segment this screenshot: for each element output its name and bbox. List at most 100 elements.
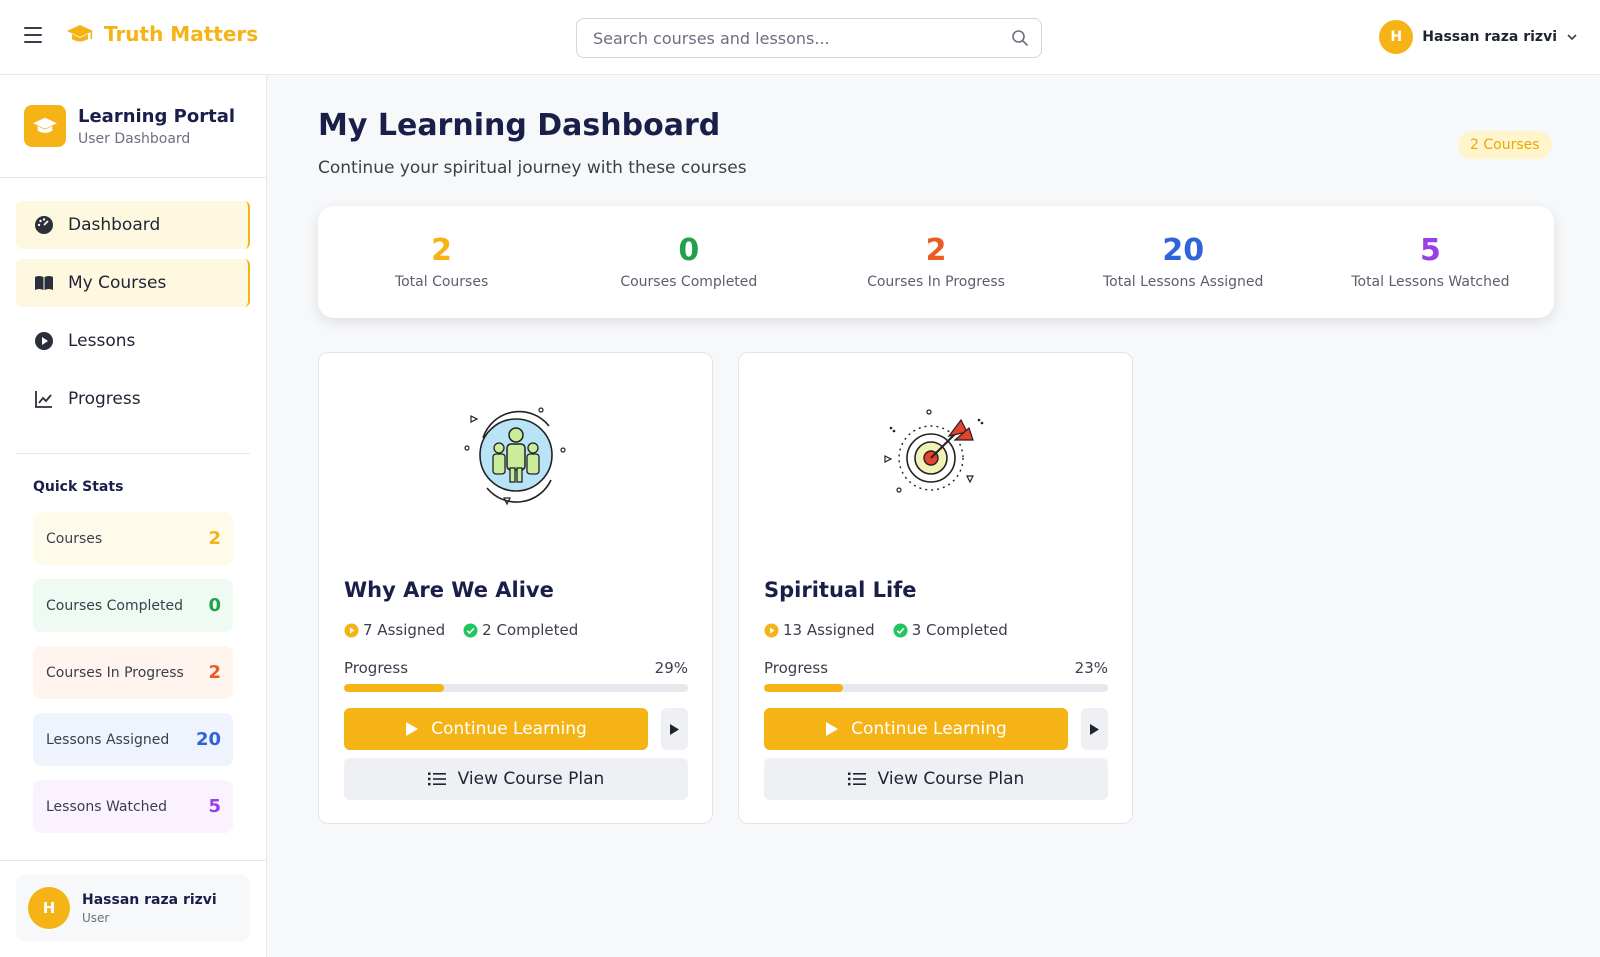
button-label: View Course Plan	[877, 769, 1025, 789]
sidebar-user-card[interactable]: H Hassan raza rizvi User	[16, 875, 250, 941]
assigned-count: 7 Assigned	[344, 621, 445, 639]
quick-stat-label: Lessons Assigned	[46, 731, 170, 748]
stat-total-courses: 2 Total Courses	[318, 206, 565, 318]
quick-play-button[interactable]	[661, 708, 688, 750]
stat-value: 20	[1162, 233, 1205, 268]
search-input[interactable]	[593, 19, 993, 57]
stat-total-lessons-watched: 5 Total Lessons Watched	[1307, 206, 1554, 318]
quick-stats-list: Courses 2 Courses Completed 0 Courses In…	[33, 512, 233, 847]
graduation-cap-icon	[67, 25, 93, 42]
divider	[16, 453, 250, 454]
quick-stat-label: Courses	[46, 530, 103, 547]
portal-subtitle: User Dashboard	[78, 130, 191, 147]
quick-stat-value: 5	[208, 796, 221, 817]
book-icon	[35, 276, 53, 290]
view-course-plan-button[interactable]: View Course Plan	[764, 758, 1108, 800]
people-circle-icon	[464, 407, 566, 506]
progress-label: Progress	[764, 659, 829, 677]
progress-fill	[344, 684, 444, 692]
stat-value: 5	[1419, 233, 1441, 268]
sidebar-nav: Dashboard My Courses Lessons Progress	[16, 201, 250, 433]
sidebar-item-label: Dashboard	[68, 215, 161, 235]
user-card-name: Hassan raza rizvi	[82, 891, 217, 908]
play-circle-icon	[764, 623, 779, 637]
quick-play-button[interactable]	[1081, 708, 1108, 750]
quick-stat-label: Lessons Watched	[46, 798, 168, 815]
stat-label: Total Lessons Assigned	[1103, 274, 1264, 290]
target-arrow-icon	[884, 409, 984, 493]
quick-stat-label: Courses Completed	[46, 597, 183, 614]
top-bar: Truth Matters H Hassan raza rizvi	[0, 0, 1600, 75]
line-chart-icon	[35, 391, 52, 408]
chevron-down-icon	[1567, 34, 1577, 41]
sidebar-item-lessons[interactable]: Lessons	[16, 317, 250, 365]
sidebar: Learning Portal User Dashboard Dashboard…	[0, 75, 267, 957]
brand-logo[interactable]: Truth Matters	[66, 22, 258, 46]
portal-header: Learning Portal User Dashboard	[24, 105, 235, 147]
progress-row: Progress 29%	[344, 659, 688, 677]
assigned-text: 13 Assigned	[783, 621, 875, 639]
stat-label: Courses In Progress	[867, 274, 1005, 290]
quick-stat-value: 0	[208, 595, 221, 616]
quick-stat-courses: Courses 2	[33, 512, 233, 565]
quick-stat-courses-completed: Courses Completed 0	[33, 579, 233, 632]
progress-row: Progress 23%	[764, 659, 1108, 677]
list-icon	[847, 772, 866, 786]
stat-courses-in-progress: 2 Courses In Progress	[812, 206, 1059, 318]
quick-stat-value: 20	[195, 729, 221, 750]
user-name: Hassan raza rizvi	[1422, 29, 1557, 45]
view-course-plan-button[interactable]: View Course Plan	[344, 758, 688, 800]
quick-stat-value: 2	[208, 528, 221, 549]
sidebar-item-progress[interactable]: Progress	[16, 375, 250, 423]
check-circle-icon	[463, 623, 478, 637]
sidebar-item-label: Lessons	[68, 331, 136, 351]
search-icon[interactable]	[1011, 29, 1029, 47]
course-title[interactable]: Spiritual Life	[764, 578, 917, 602]
user-menu[interactable]: H Hassan raza rizvi	[1379, 20, 1578, 54]
list-icon	[427, 772, 446, 786]
page-title: My Learning Dashboard	[318, 108, 721, 143]
user-card-role: User	[82, 910, 110, 925]
quick-stat-lessons-assigned: Lessons Assigned 20	[33, 713, 233, 766]
sidebar-item-my-courses[interactable]: My Courses	[16, 259, 250, 307]
sidebar-item-label: My Courses	[68, 273, 167, 293]
quick-stats-title: Quick Stats	[33, 479, 124, 495]
menu-hamburger-icon[interactable]	[24, 27, 42, 43]
progress-bar	[344, 684, 688, 692]
stat-total-lessons-assigned: 20 Total Lessons Assigned	[1060, 206, 1307, 318]
stat-value: 0	[678, 233, 700, 268]
stat-label: Total Courses	[394, 274, 489, 290]
continue-learning-button[interactable]: Continue Learning	[764, 708, 1068, 750]
quick-stat-lessons-watched: Lessons Watched 5	[33, 780, 233, 833]
completed-text: 3 Completed	[911, 621, 1008, 639]
course-count-badge: 2 Courses	[1458, 131, 1552, 159]
completed-count: 3 Completed	[893, 621, 1008, 639]
brand-name: Truth Matters	[104, 22, 259, 46]
play-icon	[406, 722, 419, 736]
avatar: H	[28, 887, 70, 929]
dashboard-gauge-icon	[35, 216, 53, 234]
completed-count: 2 Completed	[463, 621, 578, 639]
assigned-text: 7 Assigned	[363, 621, 446, 639]
stat-label: Courses Completed	[620, 274, 758, 290]
play-circle-icon	[35, 332, 53, 350]
progress-percent: 23%	[1074, 659, 1108, 677]
button-label: View Course Plan	[457, 769, 605, 789]
stat-value: 2	[431, 233, 453, 268]
check-circle-icon	[893, 623, 908, 637]
course-card: Spiritual Life 13 Assigned 3 Completed P…	[738, 352, 1133, 824]
quick-stat-value: 2	[208, 662, 221, 683]
course-meta: 13 Assigned 3 Completed	[764, 621, 1008, 639]
course-title[interactable]: Why Are We Alive	[344, 578, 554, 602]
progress-fill	[764, 684, 844, 692]
quick-stat-label: Courses In Progress	[46, 664, 184, 681]
graduation-cap-icon	[33, 117, 57, 133]
play-icon	[826, 722, 839, 736]
button-label: Continue Learning	[851, 719, 1007, 739]
divider	[0, 177, 266, 178]
play-icon	[1090, 723, 1099, 735]
sidebar-item-dashboard[interactable]: Dashboard	[16, 201, 250, 249]
progress-percent: 29%	[654, 659, 688, 677]
stat-label: Total Lessons Watched	[1351, 274, 1510, 290]
continue-learning-button[interactable]: Continue Learning	[344, 708, 648, 750]
